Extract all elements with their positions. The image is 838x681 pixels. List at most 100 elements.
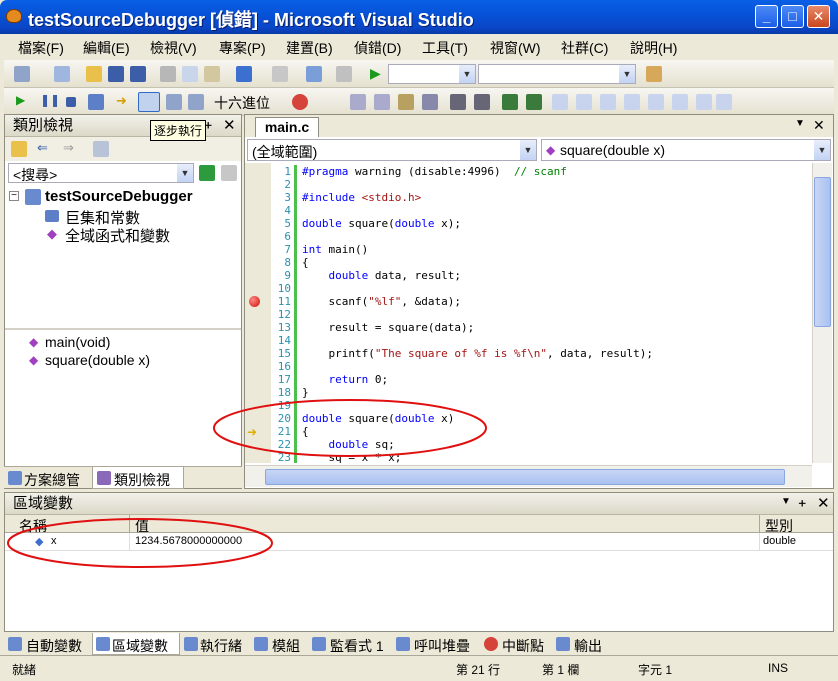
- function-combo[interactable]: ◆ square(double x) ▼: [541, 139, 831, 161]
- window-position-icon[interactable]: ▼: [781, 496, 791, 507]
- open-folder-icon[interactable]: [86, 66, 102, 82]
- code-line[interactable]: double data, result;: [302, 269, 812, 282]
- tab-watch-1[interactable]: 監看式 1: [330, 636, 384, 656]
- splitter[interactable]: [5, 328, 241, 330]
- menu-help[interactable]: 說明(H): [630, 38, 677, 58]
- code-line[interactable]: scanf("%lf", &data);: [302, 295, 812, 308]
- find-combo[interactable]: ▼: [478, 64, 636, 84]
- tab-output[interactable]: 輸出: [574, 636, 602, 656]
- show-next-statement-icon[interactable]: ➜: [116, 93, 127, 109]
- debug-window-icon-1[interactable]: [350, 94, 366, 110]
- solution-configuration-combo[interactable]: ▼: [388, 64, 476, 84]
- code-line[interactable]: result = square(data);: [302, 321, 812, 334]
- close-panel-icon[interactable]: ✕: [817, 494, 830, 512]
- table-row[interactable]: ◆ x 1234.5678000000000 double: [5, 533, 833, 551]
- add-item-icon[interactable]: [54, 66, 70, 82]
- bookmark-icon-3[interactable]: [600, 94, 616, 110]
- member-main[interactable]: main(void): [45, 334, 110, 350]
- save-all-icon[interactable]: [130, 66, 146, 82]
- breakpoint-icon[interactable]: [249, 296, 260, 307]
- start-debugging-icon[interactable]: ▶: [370, 65, 381, 82]
- code-line[interactable]: printf("The square of %f is %f\n", data,…: [302, 347, 812, 360]
- vertical-scrollbar[interactable]: [812, 163, 832, 463]
- stop-debugging-icon[interactable]: [66, 97, 76, 107]
- tree-globals-label[interactable]: 全域函式和變數: [65, 225, 170, 246]
- minimize-button[interactable]: _: [755, 5, 778, 28]
- code-line[interactable]: {: [302, 256, 812, 269]
- code-line[interactable]: ​: [302, 178, 812, 191]
- hex-display-button[interactable]: 十六進位: [214, 93, 270, 113]
- bookmark-icon-2[interactable]: [576, 94, 592, 110]
- navigate-backward-icon[interactable]: [306, 66, 322, 82]
- search-go-icon[interactable]: [199, 165, 215, 181]
- editor-margin[interactable]: [245, 163, 271, 463]
- tab-threads[interactable]: 執行緒: [200, 636, 242, 656]
- breakpoints-icon[interactable]: [292, 94, 308, 110]
- code-line[interactable]: double sq;: [302, 438, 812, 451]
- step-out-icon[interactable]: [188, 94, 204, 110]
- folder-icon[interactable]: [11, 141, 27, 157]
- comment-icon[interactable]: [502, 94, 518, 110]
- code-line[interactable]: ​: [302, 360, 812, 373]
- continue-icon[interactable]: ▶: [16, 93, 25, 107]
- debug-window-icon-4[interactable]: [422, 94, 438, 110]
- collapse-icon[interactable]: −: [9, 191, 19, 201]
- tab-call-stack[interactable]: 呼叫堆疊: [414, 636, 470, 656]
- menu-project[interactable]: 專案(P): [219, 38, 266, 58]
- cut-icon[interactable]: [160, 66, 176, 82]
- active-files-dropdown[interactable]: ▼: [795, 118, 805, 129]
- code-line[interactable]: {: [302, 425, 812, 438]
- scrollbar-thumb[interactable]: [265, 469, 785, 485]
- code-line[interactable]: #pragma warning (disable:4996) // scanf: [302, 165, 812, 178]
- save-icon[interactable]: [108, 66, 124, 82]
- code-line[interactable]: ​: [302, 282, 812, 295]
- new-project-icon[interactable]: [14, 66, 30, 82]
- member-square[interactable]: square(double x): [45, 352, 150, 368]
- bookmark-icon-5[interactable]: [648, 94, 664, 110]
- step-over-icon[interactable]: [166, 94, 182, 110]
- menu-file[interactable]: 檔案(F): [18, 38, 64, 58]
- tab-solution-explorer[interactable]: 方案總管: [24, 470, 80, 490]
- break-all-icon[interactable]: ❚❚: [40, 93, 60, 107]
- close-button[interactable]: ✕: [807, 5, 830, 28]
- code-line[interactable]: #include <stdio.h>: [302, 191, 812, 204]
- view-settings-icon[interactable]: [93, 141, 109, 157]
- menu-window[interactable]: 視窗(W): [490, 38, 541, 58]
- tab-locals[interactable]: 區域變數: [112, 636, 168, 656]
- menu-edit[interactable]: 編輯(E): [83, 38, 130, 58]
- code-line[interactable]: }: [302, 386, 812, 399]
- close-document-icon[interactable]: ✕: [813, 117, 825, 134]
- tab-modules[interactable]: 模組: [272, 636, 300, 656]
- scrollbar-thumb[interactable]: [814, 177, 831, 327]
- close-panel-icon[interactable]: ✕: [223, 116, 236, 134]
- scope-combo[interactable]: (全域範圍) ▼: [247, 139, 537, 161]
- restart-icon[interactable]: [88, 94, 104, 110]
- code-line[interactable]: int main(): [302, 243, 812, 256]
- indent-icon[interactable]: [450, 94, 466, 110]
- code-line[interactable]: return 0;: [302, 373, 812, 386]
- undo-icon[interactable]: [236, 66, 252, 82]
- tab-main-c[interactable]: main.c: [255, 117, 319, 137]
- debug-window-icon-2[interactable]: [374, 94, 390, 110]
- menu-tools[interactable]: 工具(T): [422, 38, 468, 58]
- code-line[interactable]: double square(double x);: [302, 217, 812, 230]
- outdent-icon[interactable]: [474, 94, 490, 110]
- code-line[interactable]: ​: [302, 308, 812, 321]
- properties-icon[interactable]: [646, 66, 662, 82]
- local-value[interactable]: 1234.5678000000000: [135, 535, 242, 547]
- tab-breakpoints[interactable]: 中斷點: [502, 636, 544, 656]
- copy-icon[interactable]: [182, 66, 198, 82]
- code-line[interactable]: ​: [302, 399, 812, 412]
- code-line[interactable]: ​: [302, 204, 812, 217]
- bookmark-icon-7[interactable]: [696, 94, 712, 110]
- menu-build[interactable]: 建置(B): [286, 38, 333, 58]
- forward-arrow-icon[interactable]: ⇒: [63, 140, 74, 156]
- maximize-button[interactable]: □: [781, 5, 804, 28]
- code-line[interactable]: ​: [302, 334, 812, 347]
- class-search-combo[interactable]: <搜尋> ▼: [8, 163, 194, 183]
- tab-autos[interactable]: 自動變數: [26, 636, 82, 656]
- tree-root-label[interactable]: testSourceDebugger: [45, 188, 193, 205]
- menu-community[interactable]: 社群(C): [561, 38, 608, 58]
- debug-window-icon-3[interactable]: [398, 94, 414, 110]
- bookmark-icon-4[interactable]: [624, 94, 640, 110]
